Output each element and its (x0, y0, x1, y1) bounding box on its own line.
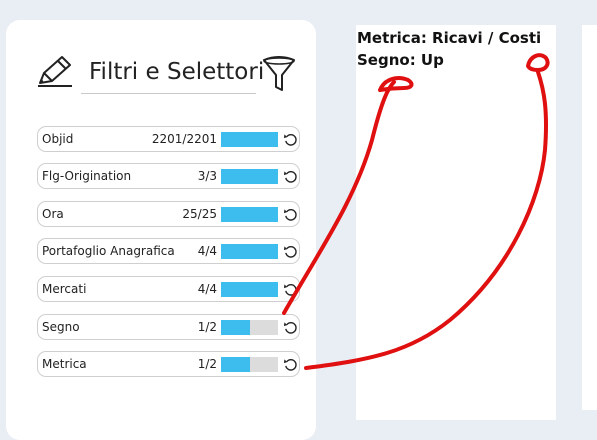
filter-label: Metrica (42, 357, 87, 371)
reset-icon[interactable] (283, 132, 298, 147)
reset-icon[interactable] (283, 282, 298, 297)
filter-row-segno[interactable]: Segno 1/2 (37, 314, 300, 340)
filter-bar-fill (221, 282, 278, 297)
info-panel: Metrica: Ricavi / Costi Segno: Up (356, 25, 556, 420)
pencil-icon (38, 56, 72, 87)
reset-icon[interactable] (283, 207, 298, 222)
filter-bar-fill (221, 244, 278, 259)
filter-count: 2201/2201 (151, 132, 217, 146)
filter-bar (221, 357, 278, 372)
filter-bar-fill (221, 320, 250, 335)
metric-line: Metrica: Ricavi / Costi (357, 29, 542, 47)
filter-bar (221, 169, 278, 184)
filters-panel: Filtri e Selettori Objid 2201/2201 Flg-Ori… (6, 20, 316, 440)
reset-icon[interactable] (283, 169, 298, 184)
sign-line: Segno: Up (357, 51, 444, 69)
filter-bar (221, 320, 278, 335)
filter-label: Ora (42, 207, 64, 221)
filter-bar-fill (221, 207, 278, 222)
filter-label: Segno (42, 320, 80, 334)
panel-title: Filtri e Selettori (81, 52, 264, 94)
filter-bar-fill (221, 132, 278, 147)
funnel-icon[interactable] (262, 56, 296, 94)
filter-row-mercati[interactable]: Mercati 4/4 (37, 276, 300, 302)
filter-label: Portafoglio Anagrafica (42, 244, 175, 258)
filter-bar (221, 132, 278, 147)
filter-row-portafoglio-anagrafica[interactable]: Portafoglio Anagrafica 4/4 (37, 238, 300, 264)
filter-bar (221, 282, 278, 297)
filter-bar (221, 207, 278, 222)
filter-count: 25/25 (182, 207, 217, 221)
filter-count: 4/4 (197, 244, 217, 258)
filter-count: 1/2 (197, 357, 217, 371)
filter-count: 4/4 (197, 282, 217, 296)
filter-label: Mercati (42, 282, 87, 296)
filter-row-metrica[interactable]: Metrica 1/2 (37, 351, 300, 377)
filter-label: Objid (42, 132, 74, 146)
filter-row-objid[interactable]: Objid 2201/2201 (37, 126, 300, 152)
filter-bar-fill (221, 169, 278, 184)
filter-label: Flg-Origination (42, 169, 132, 183)
right-panel (582, 25, 597, 410)
filter-bar (221, 244, 278, 259)
reset-icon[interactable] (283, 357, 298, 372)
filter-count: 3/3 (197, 169, 217, 183)
reset-icon[interactable] (283, 244, 298, 259)
filter-bar-fill (221, 357, 250, 372)
filter-row-flg-origination[interactable]: Flg-Origination 3/3 (37, 163, 300, 189)
filter-row-ora[interactable]: Ora 25/25 (37, 201, 300, 227)
reset-icon[interactable] (283, 320, 298, 335)
filter-count: 1/2 (197, 320, 217, 334)
